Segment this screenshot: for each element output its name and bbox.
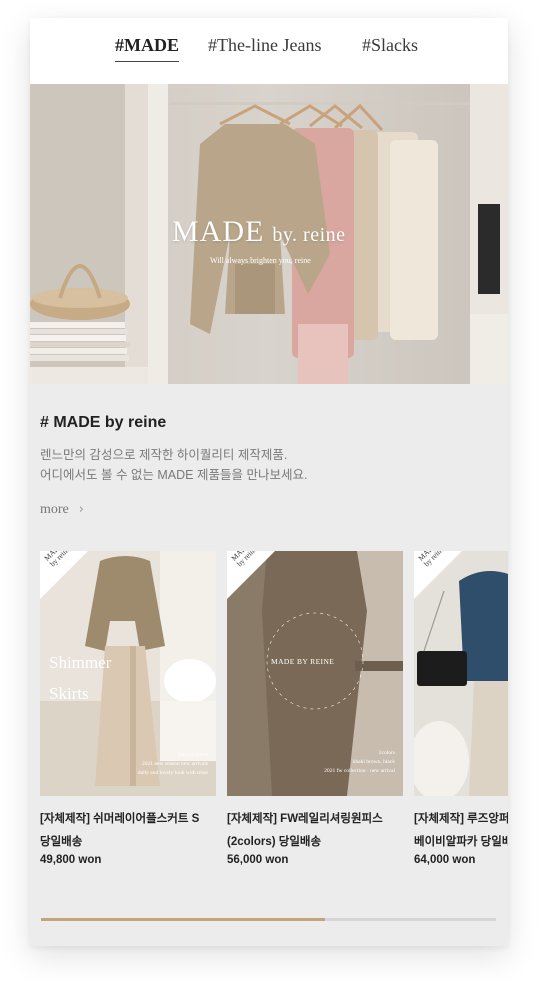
product-card[interactable]: MADE by reine MADE BY REINE 2colors khaki… xyxy=(227,551,403,866)
carousel-scrollbar[interactable] xyxy=(41,918,496,921)
product-price: 56,000 won xyxy=(227,854,289,866)
section-description: 렌느만의 감성으로 제작한 하이퀄리티 제작제품. 어디에서도 볼 수 없는 M… xyxy=(40,445,307,485)
product-price: 49,800 won xyxy=(40,854,102,866)
tab-the-line-jeans[interactable]: #The-line Jeans xyxy=(208,35,321,56)
description-line: 어디에서도 볼 수 없는 MADE 제품들을 만나보세요. xyxy=(40,468,308,482)
product-image[interactable]: MADE by reine Shimmer Skirts autumn mood 2… xyxy=(40,551,216,796)
overlay-caption-line: autumn mood xyxy=(177,752,208,758)
more-link[interactable]: more › xyxy=(40,502,84,518)
overlay-caption-line: 2021 new season new arrivals xyxy=(142,761,208,767)
hero-title: MADE by. reine xyxy=(172,215,346,248)
hero-banner[interactable]: MADE by. reine Will always brighten you, … xyxy=(30,84,508,384)
overlay-title: MADE BY REINE xyxy=(271,657,335,666)
tab-made[interactable]: #MADE xyxy=(115,35,179,62)
made-section-card: #MADE #The-line Jeans #Slacks MADE by. r… xyxy=(30,18,508,946)
product-name[interactable]: [자체제작] FW레일리셔링원피스 (2colors) 당일배송 xyxy=(227,808,403,854)
category-tabs: #MADE #The-line Jeans #Slacks xyxy=(30,18,508,84)
more-label: more xyxy=(40,502,69,517)
product-name[interactable]: [자체제작] 루즈앙퍼 (3colors) 베이비알파카 당일배송 xyxy=(414,808,508,854)
overlay-title-line: Shimmer xyxy=(49,653,112,672)
overlay-caption: autumn mood 2021 new season new arrivals… xyxy=(138,751,208,778)
overlay-title: Shimmer Skirts xyxy=(49,647,111,709)
overlay-caption-line: daily and lovely look with reine xyxy=(137,770,208,776)
description-line: 렌느만의 감성으로 제작한 하이퀄리티 제작제품. xyxy=(40,448,288,462)
overlay-title-line: Skirts xyxy=(49,684,89,703)
tab-slacks[interactable]: #Slacks xyxy=(362,35,418,56)
overlay-caption: 2colors khaki brown, black 2021 fw colle… xyxy=(324,749,395,776)
product-card[interactable]: MADEby reine [자체제작] 루즈앙퍼 (3colors) 베이비알파… xyxy=(414,551,508,866)
product-card[interactable]: MADE by reine Shimmer Skirts autumn mood 2… xyxy=(40,551,216,866)
made-badge: MADE by reine xyxy=(40,551,88,599)
product-image[interactable]: MADE by reine xyxy=(414,551,508,796)
product-carousel[interactable]: MADE by reine Shimmer Skirts autumn mood 2… xyxy=(40,551,508,911)
hero-subtitle: Will always brighten you, reine xyxy=(210,256,311,265)
section-title: # MADE by reine xyxy=(40,414,167,431)
carousel-scrollbar-thumb[interactable] xyxy=(41,918,326,921)
overlay-caption-line: 2021 fw collection · new arrival xyxy=(324,768,395,774)
made-badge: MADE by reine xyxy=(414,551,462,599)
chevron-right-icon: › xyxy=(78,502,84,517)
product-name[interactable]: [자체제작] 쉬머레이어플스커트 S 당일배송 xyxy=(40,808,216,854)
overlay-caption-line: 2colors xyxy=(378,750,395,756)
product-price: 64,000 won xyxy=(414,854,476,866)
made-badge: MADE by reine xyxy=(227,551,275,599)
product-image[interactable]: MADE by reine MADE BY REINE 2colors khaki… xyxy=(227,551,403,796)
overlay-caption-line: khaki brown, black xyxy=(352,759,395,765)
